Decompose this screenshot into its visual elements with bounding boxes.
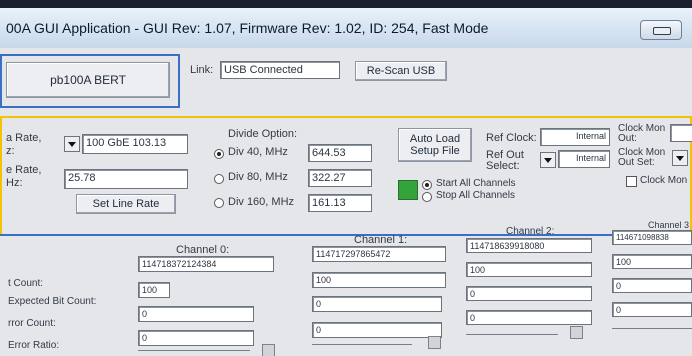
- minimize-icon: [653, 27, 671, 35]
- channel-0-expected: 100: [138, 282, 170, 298]
- channel-3-bit-count: 114671098838: [612, 230, 692, 245]
- channel-0-error-count: 0: [138, 306, 254, 322]
- channel-2-error-ratio: 0: [466, 310, 592, 325]
- stop-all-label: Stop All Channels: [436, 190, 515, 201]
- link-label: Link:: [190, 64, 214, 76]
- clock-mon-out-field: [670, 124, 692, 142]
- title-bar[interactable]: 00A GUI Application - GUI Rev: 1.07, Fir…: [0, 8, 692, 49]
- div80-value: 322.27: [308, 169, 372, 187]
- line-rate-label: e Rate, Hz:: [6, 164, 42, 189]
- ref-out-select[interactable]: Internal: [558, 150, 610, 168]
- set-line-rate-button[interactable]: Set Line Rate: [76, 194, 176, 214]
- expected-bit-count-label: Expected Bit Count:: [8, 296, 97, 307]
- line-rate-input[interactable]: 25.78: [64, 169, 188, 189]
- clock-mon-checkbox[interactable]: [626, 176, 637, 187]
- data-rate-dropdown-arrow[interactable]: [64, 136, 80, 152]
- channel-0-error-ratio: 0: [138, 330, 254, 346]
- channel-0-bit-count: 114718372124384: [138, 256, 274, 272]
- channel-1-bit-count: 114717297865472: [312, 246, 446, 262]
- channel-2-indicator: [570, 326, 583, 339]
- clock-mon-set-dropdown-arrow[interactable]: [672, 150, 688, 166]
- channel-2-expected: 100: [466, 262, 592, 277]
- channel-2-error-count: 0: [466, 286, 592, 301]
- clock-mon-out-set-label: Clock Mon Out Set:: [618, 147, 666, 168]
- clock-mon-checkbox-label: Clock Mon: [640, 175, 688, 186]
- channel-1-error-count: 0: [312, 296, 442, 312]
- div160-radio[interactable]: [214, 198, 224, 208]
- ref-clock-value: Internal: [540, 128, 610, 146]
- div40-radio[interactable]: [214, 149, 224, 159]
- data-rate-label: a Rate, z:: [6, 132, 42, 157]
- ref-clock-label: Ref Clock:: [486, 132, 537, 144]
- window-title: 00A GUI Application - GUI Rev: 1.07, Fir…: [6, 20, 489, 36]
- auto-load-setup-button[interactable]: Auto Load Setup File: [398, 128, 472, 162]
- ref-out-select-label: Ref Out Select:: [486, 149, 524, 172]
- channel-1-indicator: [428, 336, 441, 349]
- start-all-label: Start All Channels: [436, 178, 516, 189]
- channel-0-header: Channel 0:: [176, 244, 230, 256]
- divide-option-label: Divide Option:: [228, 128, 298, 140]
- channel-2-bit-count: 114718639918080: [466, 238, 592, 253]
- channel-1-header: Channel 1:: [354, 234, 408, 246]
- channel-3-expected: 100: [612, 254, 692, 269]
- link-status-field: USB Connected: [220, 61, 340, 79]
- div80-radio[interactable]: [214, 174, 224, 184]
- device-button[interactable]: pb100A BERT: [6, 62, 170, 98]
- start-all-radio[interactable]: [422, 180, 432, 190]
- div40-value: 644.53: [308, 144, 372, 162]
- error-ratio-label: Error Ratio:: [8, 340, 60, 351]
- channel-1-error-ratio: 0: [312, 322, 442, 338]
- rescan-usb-button[interactable]: Re-Scan USB: [355, 61, 447, 81]
- channel-3-error-count: 0: [612, 278, 692, 293]
- channel-0-indicator: [262, 344, 275, 356]
- application-window: 00A GUI Application - GUI Rev: 1.07, Fir…: [0, 8, 692, 356]
- channel-3-header: Channel 3: [648, 220, 690, 230]
- clock-mon-out-label: Clock Mon Out:: [618, 123, 666, 144]
- error-count-label: rror Count:: [8, 318, 56, 329]
- main-pane: pb100A BERT Link: USB Connected Re-Scan …: [0, 48, 692, 356]
- stop-all-radio[interactable]: [422, 192, 432, 202]
- div160-label: Div 160, MHz: [228, 196, 295, 208]
- ref-out-dropdown-arrow[interactable]: [540, 152, 556, 168]
- run-status-indicator: [398, 180, 418, 200]
- channel-3-error-ratio: 0: [612, 302, 692, 317]
- data-rate-select[interactable]: 100 GbE 103.13: [82, 134, 188, 154]
- minimize-button[interactable]: [640, 20, 682, 40]
- div40-label: Div 40, MHz: [228, 146, 288, 158]
- div160-value: 161.13: [308, 194, 372, 212]
- bit-count-label: t Count:: [8, 278, 44, 289]
- div80-label: Div 80, MHz: [228, 171, 288, 183]
- channel-1-expected: 100: [312, 272, 446, 288]
- channel-2-header: Channel 2:: [506, 226, 555, 237]
